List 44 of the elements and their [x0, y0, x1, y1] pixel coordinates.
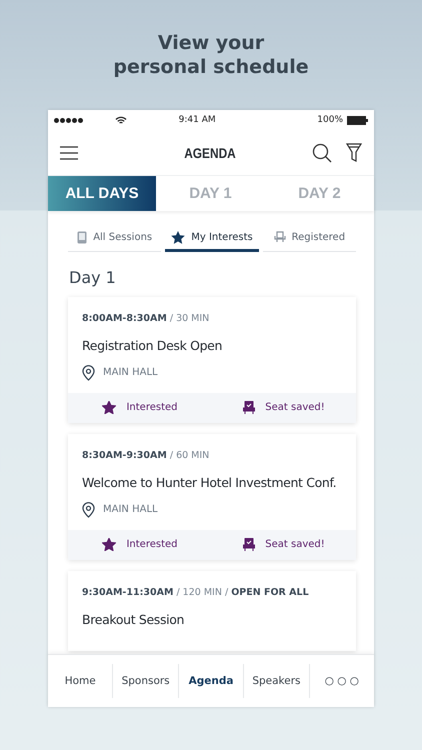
filter-icon[interactable]: [346, 142, 362, 163]
nav-tab[interactable]: Agenda: [178, 664, 244, 698]
filter-tab[interactable]: All Sessions: [68, 224, 162, 252]
location-pin-icon: [82, 364, 95, 381]
star-icon: [102, 401, 116, 414]
seat-icon: [243, 538, 256, 552]
nav-tab[interactable]: Speakers: [244, 664, 310, 698]
session-card[interactable]: 8:00AM-8:30AM / 30 MIN Registration Desk Open MAIN HALL Interested Seat saved!: [68, 296, 356, 423]
session-location: MAIN HALL: [103, 504, 158, 516]
nav-tab[interactable]: Home: [48, 664, 114, 698]
star-icon: [171, 230, 186, 244]
day-heading: Day 1: [69, 268, 117, 287]
session-card[interactable]: 8:30AM-9:30AM / 60 MIN Welcome to Hunter Hotel Investment Conf. MAIN HALL Interested Seat saved!: [68, 434, 356, 560]
seat-icon: [274, 231, 286, 244]
session-location: MAIN HALL: [103, 367, 158, 378]
tablet-icon: [77, 230, 88, 244]
nav-tab[interactable]: Sponsors: [113, 664, 179, 698]
filter-tab[interactable]: My Interests: [165, 224, 259, 252]
seat-button[interactable]: Seat saved!: [212, 530, 356, 560]
search-icon[interactable]: [312, 142, 332, 163]
session-title: Welcome to Hunter Hotel Investment Conf.: [82, 474, 338, 490]
session-card[interactable]: 9:30AM-11:30AM / 120 MIN / OPEN FOR ALL Breakout Session: [68, 570, 356, 651]
status-time: 9:41 AM: [178, 115, 217, 126]
interested-button[interactable]: Interested: [68, 392, 212, 423]
seat-icon: [243, 401, 256, 414]
signal-icon: [54, 118, 83, 123]
session-time: 8:00AM-8:30AM / 30 MIN: [82, 312, 210, 324]
star-icon: [102, 538, 116, 552]
session-title: Registration Desk Open: [82, 338, 224, 353]
day-tab[interactable]: ALL DAYS: [48, 176, 156, 211]
battery-level: 100%: [317, 115, 343, 126]
menu-icon[interactable]: [60, 146, 78, 160]
session-time: 8:30AM-9:30AM / 60 MIN: [82, 450, 210, 461]
battery-icon: [347, 116, 368, 125]
session-time: 9:30AM-11:30AM / 120 MIN / OPEN FOR ALL: [82, 586, 310, 598]
screen-title: AGENDA: [183, 144, 237, 161]
headline: View your personal schedule: [112, 32, 310, 80]
location-pin-icon: [82, 502, 95, 518]
seat-button[interactable]: Seat saved!: [212, 392, 356, 423]
session-title: Breakout Session: [82, 612, 186, 627]
filter-tab[interactable]: Registered: [262, 224, 356, 252]
interested-button[interactable]: Interested: [68, 530, 212, 560]
wifi-icon: [115, 116, 127, 125]
nav-tab[interactable]: ○ ○ ○: [310, 664, 374, 698]
